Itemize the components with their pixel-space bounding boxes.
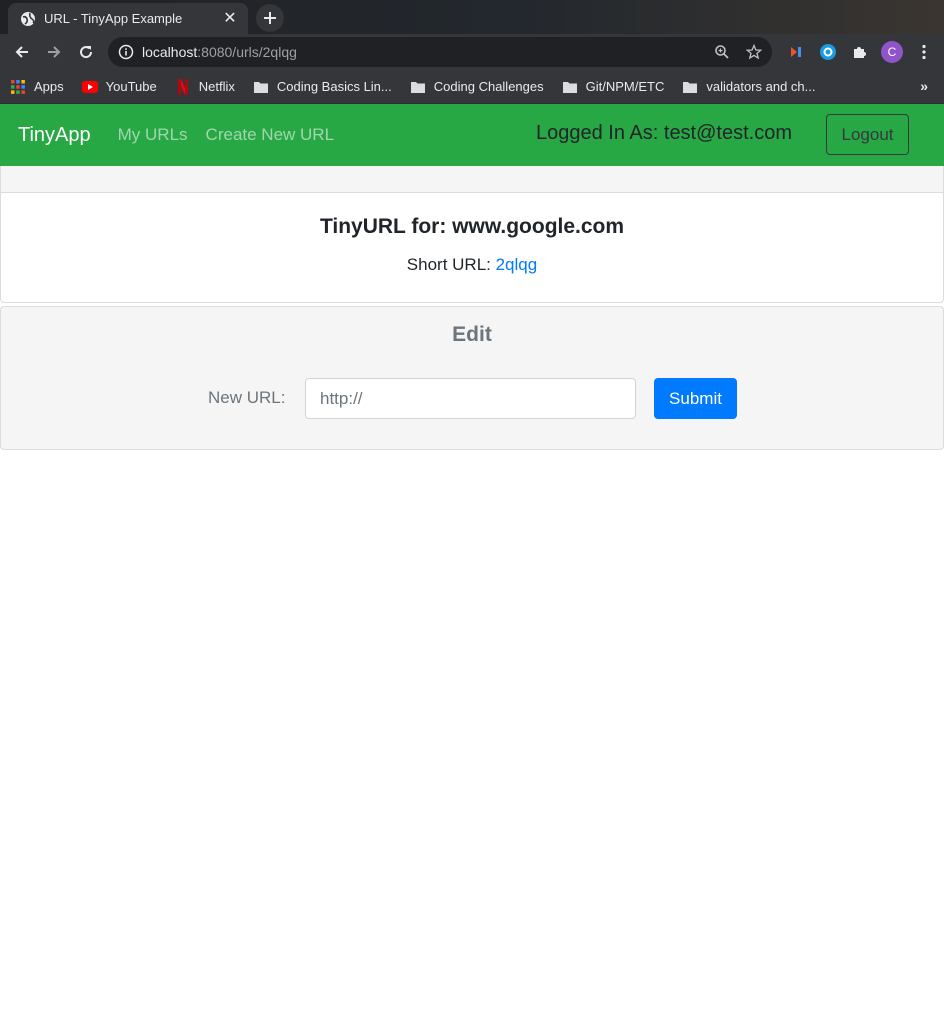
folder-icon [562, 79, 578, 95]
puzzle-icon[interactable] [846, 38, 874, 66]
edit-title: Edit [452, 323, 492, 346]
bookmark-folder[interactable]: Coding Challenges [410, 79, 544, 95]
nav-link-create-new-url[interactable]: Create New URL [206, 125, 335, 145]
new-url-label: New URL: [208, 388, 286, 407]
netflix-icon [175, 78, 191, 95]
bookmark-label: Netflix [198, 79, 235, 94]
brand-link[interactable]: TinyApp [18, 124, 91, 147]
bookmark-label: Coding Challenges [433, 79, 544, 94]
more-bookmarks-icon[interactable]: » [920, 78, 928, 94]
folder-icon [253, 79, 269, 95]
nav-link-my-urls[interactable]: My URLs [118, 125, 188, 145]
bookmark-folder[interactable]: Coding Basics Lin... [253, 79, 392, 95]
youtube-icon [81, 79, 98, 95]
new-tab-button[interactable] [256, 4, 284, 32]
globe-icon [20, 11, 36, 27]
site-info-icon[interactable] [118, 44, 134, 60]
logout-button[interactable]: Logout [826, 114, 909, 155]
address-bar[interactable]: localhost:8080/urls/2qlqg [108, 37, 772, 67]
bookmark-star-icon[interactable] [742, 40, 766, 64]
bookmark-youtube[interactable]: YouTube [81, 79, 157, 95]
folder-icon [682, 79, 698, 95]
extension-icon[interactable] [814, 38, 842, 66]
bookmark-label: validators and ch... [706, 79, 816, 94]
bookmark-netflix[interactable]: Netflix [175, 78, 235, 95]
bookmark-label: Git/NPM/ETC [585, 79, 665, 94]
url-card-title: TinyURL for: www.google.com [319, 215, 625, 238]
short-url-label: Short URL: [406, 255, 496, 274]
bookmarks-bar: Apps YouTube Netflix Coding Basics Lin..… [0, 70, 944, 104]
bookmark-folder[interactable]: Git/NPM/ETC [562, 79, 665, 95]
url-path: :8080/urls/2qlqg [197, 44, 297, 60]
app-navbar: TinyApp My URLs Create New URL Logged In… [0, 104, 944, 166]
browser-tab-strip: URL - TinyApp Example ✕ [0, 0, 944, 34]
kebab-menu-icon[interactable] [910, 38, 938, 66]
extension-icon[interactable] [782, 38, 810, 66]
forward-arrow-icon[interactable] [40, 38, 68, 66]
url-card: TinyURL for: www.google.com Short URL: 2… [0, 193, 944, 303]
browser-tab[interactable]: URL - TinyApp Example ✕ [8, 3, 248, 34]
bookmark-folder[interactable]: validators and ch... [682, 79, 815, 95]
short-url-link[interactable]: 2qlqg [496, 255, 538, 274]
zoom-icon[interactable] [710, 40, 734, 64]
logged-in-status: Logged In As: test@test.com [536, 122, 792, 144]
browser-toolbar: localhost:8080/urls/2qlqg C [0, 34, 944, 70]
apps-grid-icon [10, 79, 26, 95]
bookmark-label: Coding Basics Lin... [276, 79, 392, 94]
submit-button[interactable]: Submit [654, 378, 737, 419]
close-tab-icon[interactable]: ✕ [222, 10, 238, 27]
short-url-line: Short URL: 2qlqg [1, 255, 943, 275]
url-host: localhost [142, 44, 198, 60]
profile-avatar[interactable]: C [881, 41, 903, 63]
back-arrow-icon[interactable] [8, 38, 36, 66]
edit-card: Edit New URL: Submit [0, 306, 944, 450]
reload-icon[interactable] [72, 38, 100, 66]
new-url-input[interactable] [305, 378, 636, 419]
bookmark-apps[interactable]: Apps [10, 79, 64, 95]
card-header [0, 166, 944, 193]
bookmark-label: Apps [34, 79, 64, 94]
tab-title: URL - TinyApp Example [44, 11, 183, 26]
bookmark-label: YouTube [105, 79, 157, 94]
folder-icon [410, 79, 426, 95]
